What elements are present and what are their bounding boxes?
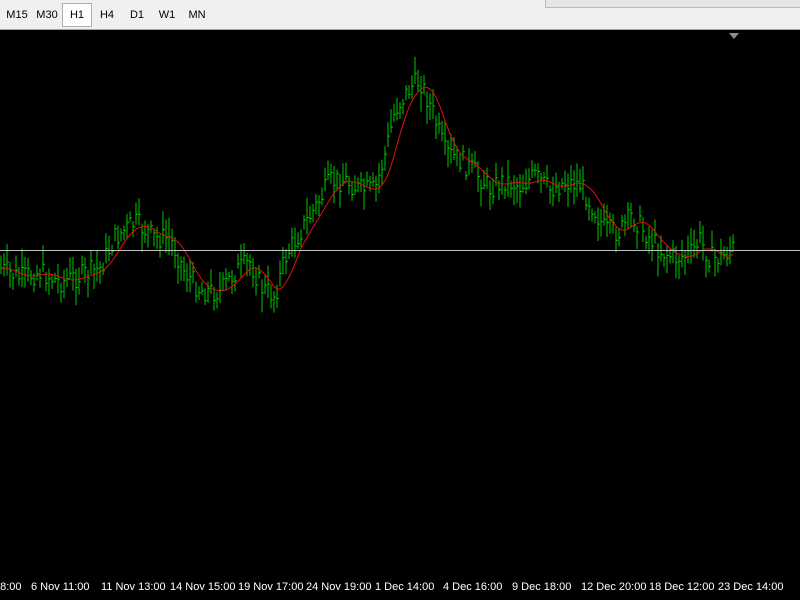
x-tick-label: 23 Dec 14:00 [718, 581, 784, 593]
time-axis: 18:00 6 Nov 11:00 11 Nov 13:00 14 Nov 15:00… [0, 574, 800, 600]
x-tick-label: 11 Nov 13:00 [101, 581, 166, 593]
timeframe-d1-button[interactable]: D1 [122, 4, 152, 26]
timeframe-h1-button[interactable]: H1 [62, 3, 92, 27]
timeframe-toolbar: M15 M30 H1 H4 D1 W1 MN [0, 0, 800, 30]
toolbar-panel-edge [545, 0, 800, 8]
x-tick-label: 6 Nov 11:00 [31, 581, 90, 593]
x-tick-label: 24 Nov 19:00 [306, 581, 372, 593]
x-tick-label: 1 Dec 14:00 [375, 581, 435, 593]
x-tick-label: 18 Dec 12:00 [649, 581, 715, 593]
timeframe-h4-button[interactable]: H4 [92, 4, 122, 26]
timeframe-m15-button[interactable]: M15 [2, 4, 32, 26]
timeframe-mn-button[interactable]: MN [182, 4, 212, 26]
x-tick-label: 19 Nov 17:00 [238, 581, 304, 593]
timeframe-w1-button[interactable]: W1 [152, 4, 182, 26]
x-tick-label: 9 Dec 18:00 [512, 581, 572, 593]
x-tick-label: 12 Dec 20:00 [581, 581, 647, 593]
timeframe-m30-button[interactable]: M30 [32, 4, 62, 26]
x-tick-label: 18:00 [0, 581, 22, 593]
timeframe-button-group: M15 M30 H1 H4 D1 W1 MN [2, 3, 212, 27]
chart-shift-marker-icon[interactable] [729, 33, 739, 39]
price-chart[interactable] [0, 30, 800, 574]
x-tick-label: 14 Nov 15:00 [170, 581, 236, 593]
moving-average-line [0, 86, 734, 292]
x-tick-label: 4 Dec 16:00 [443, 581, 503, 593]
